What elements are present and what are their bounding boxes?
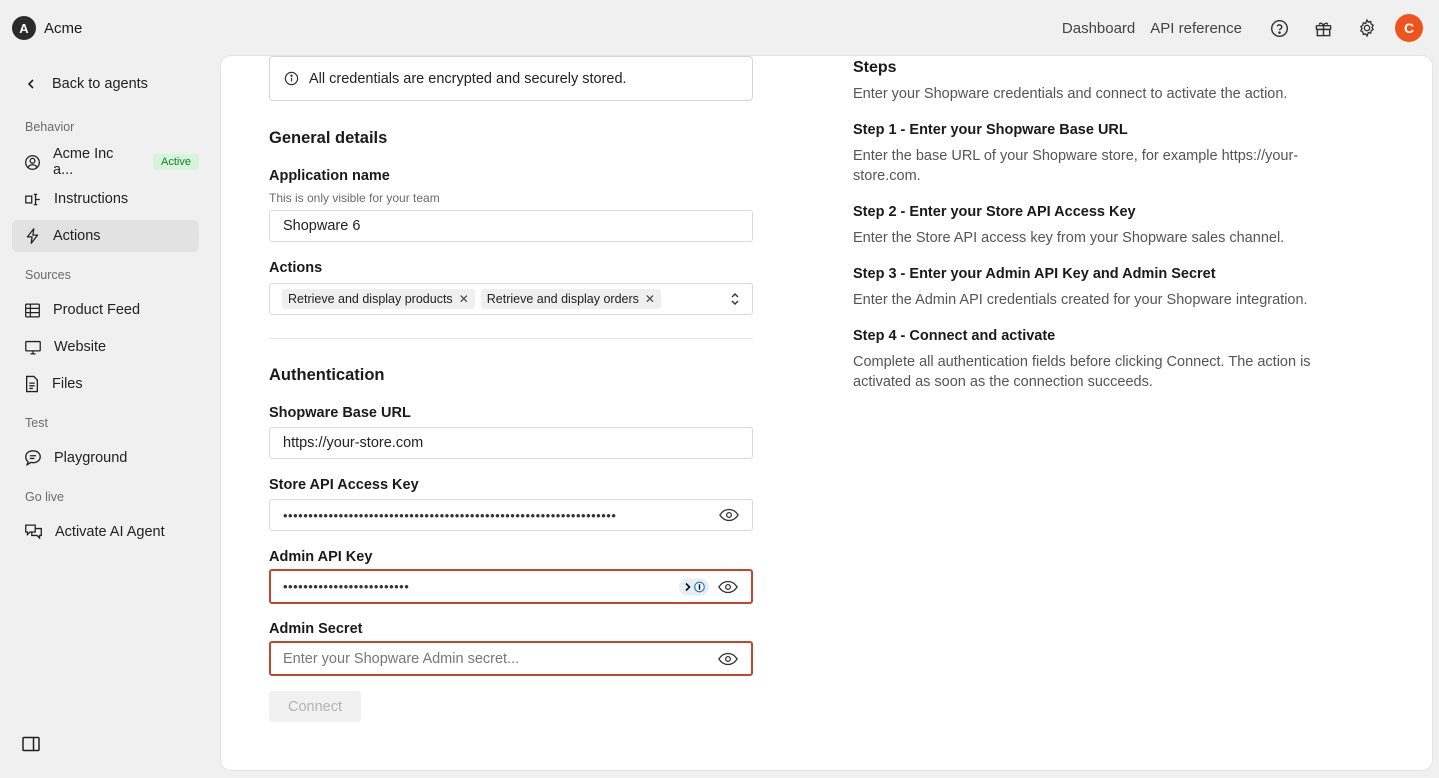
base-url-label: Shopware Base URL [269, 405, 411, 421]
base-url-input[interactable]: https://your-store.com [269, 427, 753, 459]
sidebar-item-label: Instructions [54, 191, 129, 207]
security-notice: All credentials are encrypted and secure… [269, 56, 753, 101]
help-icon[interactable] [1268, 17, 1290, 39]
sidebar-item-product-feed[interactable]: Product Feed [12, 294, 199, 326]
monitor-icon [25, 340, 41, 355]
info-icon [284, 71, 299, 86]
section-divider [269, 338, 753, 339]
application-name-hint: This is only visible for your team [269, 191, 440, 205]
section-go-live: Go live [25, 490, 64, 504]
sidebar-item-agent[interactable]: Acme Inc a... Active [12, 146, 199, 178]
admin-api-key-label: Admin API Key [269, 549, 373, 565]
actions-label: Actions [269, 260, 323, 276]
step1-title: Step 1 - Enter your Shopware Base URL [853, 122, 1128, 138]
application-name-value: Shopware 6 [283, 218, 361, 234]
logo-badge: A [12, 16, 36, 40]
api-reference-link[interactable]: API reference [1150, 20, 1242, 37]
password-manager-icon[interactable] [679, 578, 709, 595]
store-api-key-masked: ••••••••••••••••••••••••••••••••••••••••… [283, 507, 617, 523]
steps-intro: Enter your Shopware credentials and conn… [853, 86, 1288, 102]
file-icon [26, 375, 38, 393]
step4-title: Step 4 - Connect and activate [853, 328, 1056, 344]
general-details-heading: General details [269, 129, 388, 147]
sidebar-item-files[interactable]: Files [12, 368, 199, 400]
lightning-icon [26, 228, 39, 244]
status-badge: Active [153, 154, 199, 170]
chat-bubble-icon [25, 450, 41, 467]
main-card: All credentials are encrypted and secure… [221, 56, 1432, 770]
app-name: Acme [44, 19, 83, 37]
step1-text: Enter the base URL of your Shopware stor… [853, 148, 1299, 184]
actions-multiselect[interactable]: Retrieve and display products ✕ Retrieve… [269, 283, 753, 315]
admin-secret-placeholder: Enter your Shopware Admin secret... [283, 650, 520, 667]
section-behavior: Behavior [25, 120, 75, 134]
sidebar-toggle-icon[interactable] [22, 736, 40, 757]
section-sources: Sources [25, 268, 71, 282]
gear-icon[interactable] [1356, 17, 1378, 39]
store-api-key-input[interactable]: ••••••••••••••••••••••••••••••••••••••••… [269, 499, 753, 531]
remove-chip-icon[interactable]: ✕ [645, 292, 655, 306]
chevron-up-down-icon[interactable] [730, 292, 740, 306]
base-url-value: https://your-store.com [283, 435, 424, 451]
sidebar-item-label: Files [52, 376, 83, 392]
app-logo[interactable]: A Acme [12, 16, 82, 40]
sidebar-item-instructions[interactable]: Instructions [12, 183, 199, 215]
step3-text: Enter the Admin API credentials created … [853, 292, 1308, 308]
dashboard-link[interactable]: Dashboard [1062, 20, 1135, 37]
eye-icon[interactable] [719, 508, 739, 522]
table-icon [25, 302, 40, 318]
top-bar: A Acme Dashboard API reference C [0, 0, 1439, 56]
chip-label: Retrieve and display orders [486, 292, 639, 306]
step2-text: Enter the Store API access key from your… [853, 230, 1285, 246]
notice-text: All credentials are encrypted and secure… [309, 70, 627, 87]
admin-secret-input[interactable]: Enter your Shopware Admin secret... [269, 641, 753, 676]
chip-label: Retrieve and display products [288, 292, 453, 306]
step2-title: Step 2 - Enter your Store API Access Key [853, 204, 1136, 220]
eye-icon[interactable] [718, 652, 738, 666]
step4-text: Complete all authentication fields befor… [853, 354, 1311, 390]
steps-title: Steps [853, 59, 897, 76]
top-nav: Dashboard API reference C [1062, 14, 1423, 42]
section-test: Test [25, 416, 48, 430]
action-chip: Retrieve and display products ✕ [282, 289, 475, 309]
admin-api-key-input[interactable]: ••••••••••••••••••••••••• [269, 569, 753, 604]
gift-icon[interactable] [1312, 17, 1334, 39]
sidebar-item-actions[interactable]: Actions [12, 220, 199, 252]
admin-api-key-masked: ••••••••••••••••••••••••• [283, 579, 410, 594]
chevron-left-icon [27, 79, 34, 89]
admin-secret-label: Admin Secret [269, 621, 363, 637]
remove-chip-icon[interactable]: ✕ [459, 292, 469, 306]
application-name-input[interactable]: Shopware 6 [269, 210, 753, 242]
sidebar: Back to agents Behavior Acme Inc a... Ac… [0, 56, 212, 778]
sidebar-item-label: Actions [53, 228, 101, 244]
instructions-icon [25, 193, 40, 205]
sidebar-item-activate[interactable]: Activate AI Agent [12, 516, 199, 548]
step3-title: Step 3 - Enter your Admin API Key and Ad… [853, 266, 1216, 282]
sidebar-item-website[interactable]: Website [12, 331, 199, 363]
authentication-heading: Authentication [269, 366, 385, 384]
user-avatar[interactable]: C [1395, 14, 1423, 42]
action-chip: Retrieve and display orders ✕ [480, 289, 661, 309]
sidebar-item-label: Website [54, 339, 107, 355]
back-label: Back to agents [52, 76, 148, 92]
sidebar-item-label: Product Feed [53, 302, 141, 318]
store-api-key-label: Store API Access Key [269, 477, 419, 493]
sidebar-item-label: Playground [54, 450, 128, 466]
sidebar-item-label: Acme Inc a... [53, 146, 114, 178]
back-to-agents-link[interactable]: Back to agents [24, 76, 148, 92]
sidebar-item-label: Activate AI Agent [55, 524, 165, 540]
eye-icon[interactable] [718, 580, 738, 594]
user-circle-icon [25, 154, 40, 170]
chats-icon [25, 524, 42, 540]
sidebar-item-playground[interactable]: Playground [12, 442, 199, 474]
application-name-label: Application name [269, 168, 390, 184]
connect-button[interactable]: Connect [269, 691, 361, 722]
